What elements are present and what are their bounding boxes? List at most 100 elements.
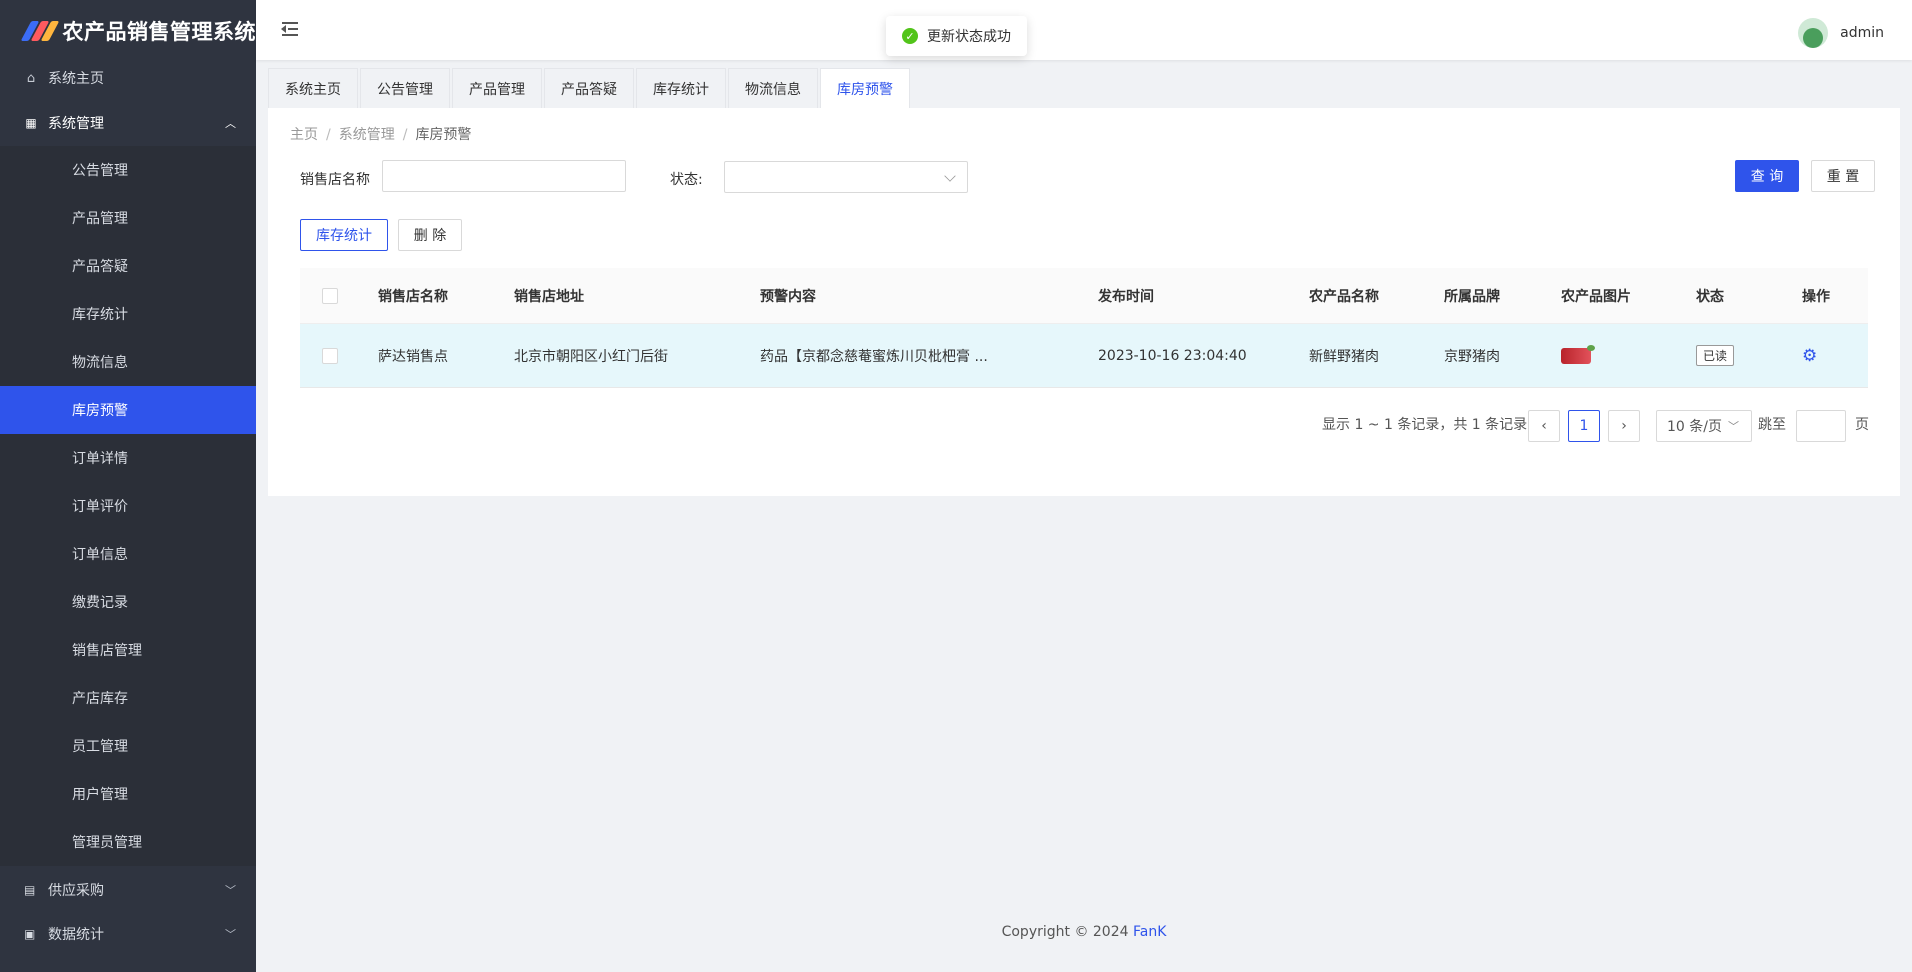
logo: 农产品销售管理系统 (0, 0, 256, 62)
sidebar-item-order-info[interactable]: 订单信息 (0, 530, 256, 578)
tab-products[interactable]: 产品管理 (452, 68, 542, 108)
column-header[interactable]: 农产品图片 (1561, 286, 1696, 306)
column-header[interactable]: 销售店地址 (514, 286, 760, 306)
sidebar-item-inventory-stats[interactable]: 库存统计 (0, 290, 256, 338)
sidebar-group-label: 系统管理 (48, 116, 104, 132)
column-header[interactable]: 农产品名称 (1309, 286, 1444, 306)
tab-warehouse-alert[interactable]: 库房预警 (820, 68, 910, 108)
sidebar-group-label: 供应采购 (48, 883, 104, 899)
cell-image (1561, 344, 1696, 364)
username[interactable]: admin (1840, 25, 1884, 41)
column-header[interactable]: 所属品牌 (1444, 286, 1561, 306)
chevron-down-icon (944, 170, 956, 182)
grid-icon: ▦ (25, 116, 37, 130)
page-size-value: 10 条/页 (1667, 419, 1722, 435)
sidebar-item-store-management[interactable]: 销售店管理 (0, 626, 256, 674)
store-name-input[interactable] (382, 160, 626, 192)
breadcrumb-home[interactable]: 主页 (290, 127, 318, 143)
sidebar-item-home[interactable]: ⌂ 系统主页 (0, 62, 256, 94)
select-all-checkbox[interactable] (322, 287, 338, 304)
tab-product-qa[interactable]: 产品答疑 (544, 68, 634, 108)
tab-announcements[interactable]: 公告管理 (360, 68, 450, 108)
column-header[interactable]: 状态 (1696, 286, 1802, 306)
cell-status: 已读 (1696, 345, 1802, 366)
jump-page-input[interactable] (1796, 410, 1846, 442)
menu-fold-icon[interactable] (278, 18, 300, 40)
alert-table: 销售店名称 销售店地址 预警内容 发布时间 农产品名称 所属品牌 农产品图片 状… (300, 268, 1868, 388)
column-header[interactable]: 预警内容 (760, 286, 1098, 306)
chevron-down-icon: ﹀ (225, 928, 236, 941)
user-menu[interactable]: admin (1798, 18, 1884, 48)
app-title: 农产品销售管理系统 (62, 20, 256, 44)
copyright-text: Copyright © 2024 (1001, 924, 1129, 940)
reset-button[interactable]: 重 置 (1811, 160, 1875, 192)
next-page-button[interactable]: › (1608, 410, 1640, 442)
sidebar-item-announcements[interactable]: 公告管理 (0, 146, 256, 194)
cell-brand: 京野猪肉 (1444, 348, 1500, 365)
check-circle-icon: ✓ (902, 28, 918, 44)
sidebar-item-label: 系统主页 (48, 71, 104, 87)
file-icon: ▤ (24, 883, 36, 897)
table-row[interactable]: 萨达销售点 北京市朝阳区小红门后街 药品【京都念慈菴蜜炼川贝枇杷膏 ... 20… (300, 324, 1868, 388)
query-button[interactable]: 查 询 (1735, 160, 1799, 192)
sidebar-group-system[interactable]: ▦ 系统管理 ︿ (0, 100, 256, 146)
home-icon: ⌂ (26, 70, 36, 86)
table-header: 销售店名称 销售店地址 预警内容 发布时间 农产品名称 所属品牌 农产品图片 状… (300, 268, 1868, 324)
sidebar-item-admins[interactable]: 管理员管理 (0, 818, 256, 866)
product-thumbnail[interactable] (1561, 344, 1595, 364)
inventory-stats-button[interactable]: 库存统计 (300, 219, 388, 251)
top-header: admin (256, 0, 1912, 60)
breadcrumb-current: 库房预警 (415, 127, 472, 143)
sidebar-item-products[interactable]: 产品管理 (0, 194, 256, 242)
prev-page-button[interactable]: ‹ (1528, 410, 1560, 442)
breadcrumb: 主页 / 系统管理 / 库房预警 (290, 127, 472, 143)
sidebar-group-stats[interactable]: ▣ 数据统计 ﹀ (0, 912, 256, 956)
sidebar-item-order-reviews[interactable]: 订单评价 (0, 482, 256, 530)
tab-inventory-stats[interactable]: 库存统计 (636, 68, 726, 108)
breadcrumb-parent[interactable]: 系统管理 (339, 127, 395, 143)
tab-home[interactable]: 系统主页 (268, 68, 358, 108)
chevron-up-icon: ︿ (225, 117, 236, 130)
success-toast: ✓ 更新状态成功 (886, 16, 1027, 56)
status-select[interactable] (724, 161, 968, 193)
cell-store: 萨达销售点 (378, 348, 448, 365)
avatar[interactable] (1798, 18, 1829, 48)
sidebar-group-label: 数据统计 (48, 927, 104, 943)
tab-logistics[interactable]: 物流信息 (728, 68, 818, 108)
jump-label: 跳至 (1758, 417, 1786, 433)
cell-action: ⚙ (1802, 346, 1862, 366)
toast-message: 更新状态成功 (927, 29, 1011, 45)
column-header[interactable]: 发布时间 (1098, 286, 1309, 306)
status-label: 状态: (670, 172, 703, 188)
page-unit-label: 页 (1855, 417, 1869, 433)
author-link[interactable]: FanK (1133, 924, 1166, 940)
main-content: 主页 / 系统管理 / 库房预警 销售店名称 状态: 查 询 重 置 库存统计 删 除 … (268, 108, 1900, 496)
gear-icon[interactable]: ⚙ (1802, 346, 1817, 366)
chevron-down-icon: ﹀ (225, 884, 236, 897)
sidebar-item-logistics[interactable]: 物流信息 (0, 338, 256, 386)
sidebar-group-supply[interactable]: ▤ 供应采购 ﹀ (0, 868, 256, 912)
chevron-down-icon: ﹀ (1727, 420, 1739, 433)
column-header[interactable]: 销售店名称 (378, 286, 514, 306)
sidebar-item-warehouse-alert[interactable]: 库房预警 (0, 386, 256, 434)
sidebar-item-payments[interactable]: 缴费记录 (0, 578, 256, 626)
page-size-select[interactable]: 10 条/页 ﹀ (1656, 410, 1752, 442)
store-name-label: 销售店名称 (300, 172, 370, 188)
row-checkbox[interactable] (322, 347, 338, 364)
cell-product: 新鲜野猪肉 (1309, 348, 1379, 365)
sidebar-item-staff[interactable]: 员工管理 (0, 722, 256, 770)
cell-alert-content: 药品【京都念慈菴蜜炼川贝枇杷膏 ... (760, 348, 988, 365)
logo-icon (20, 21, 60, 41)
sidebar-item-store-inventory[interactable]: 产店库存 (0, 674, 256, 722)
status-badge[interactable]: 已读 (1696, 345, 1735, 366)
sidebar-item-product-qa[interactable]: 产品答疑 (0, 242, 256, 290)
delete-button[interactable]: 删 除 (398, 219, 462, 251)
chevron-right-icon: › (1621, 418, 1627, 434)
sidebar-item-order-details[interactable]: 订单详情 (0, 434, 256, 482)
cell-address: 北京市朝阳区小红门后街 (514, 348, 668, 365)
chart-icon: ▣ (24, 927, 36, 941)
chevron-left-icon: ‹ (1541, 418, 1547, 434)
column-header: 操作 (1802, 288, 1830, 305)
sidebar-item-users[interactable]: 用户管理 (0, 770, 256, 818)
page-number[interactable]: 1 (1568, 410, 1600, 442)
